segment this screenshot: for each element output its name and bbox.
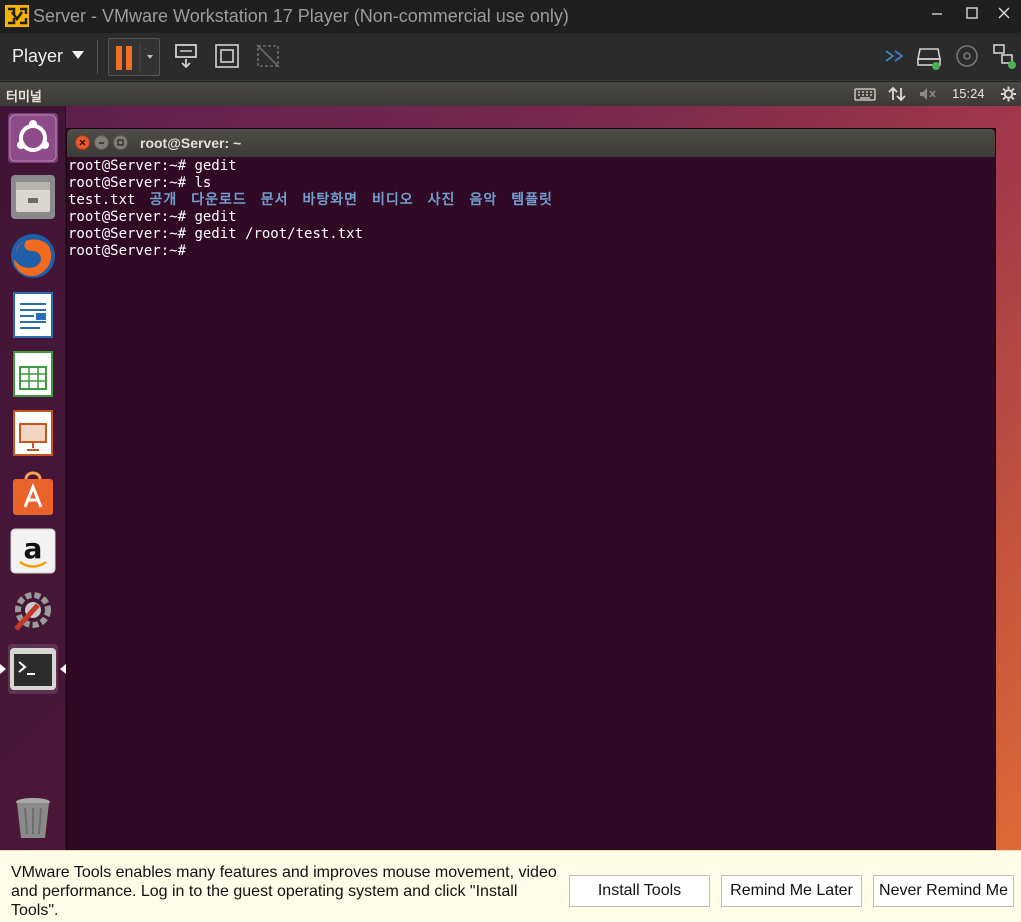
ls-file-entry: test.txt	[68, 192, 136, 208]
full-screen-icon[interactable]	[212, 41, 242, 71]
shell-prompt: root@Server:~#	[68, 209, 195, 225]
player-menu-caret-icon[interactable]	[72, 51, 84, 59]
install-tools-button[interactable]: Install Tools	[569, 875, 710, 907]
launcher-files[interactable]	[8, 172, 58, 222]
launcher-terminal[interactable]	[8, 644, 58, 694]
ls-dir-entry: 문서	[260, 192, 289, 208]
ls-dir-entry: 비디오	[372, 192, 414, 208]
svg-text:a: a	[24, 532, 43, 565]
network-adapter-icon[interactable]	[989, 41, 1019, 71]
terminal-maximize-button[interactable]	[113, 135, 128, 150]
launcher-trash[interactable]	[8, 792, 58, 842]
terminal-line: root@Server:~# gedit /root/test.txt	[68, 226, 995, 243]
trash-icon	[16, 798, 50, 838]
vmware-toolbar: Player	[0, 33, 1021, 81]
shell-command: gedit	[194, 209, 237, 225]
impress-presentation-icon	[13, 410, 53, 456]
ls-output-line: test.txt 공개 다운로드 문서 바탕화면 비디오 사진 음악 템플릿	[68, 192, 995, 209]
vmware-logo-icon	[5, 5, 29, 27]
terminal-icon	[10, 648, 56, 690]
ubuntu-logo-icon	[9, 114, 57, 162]
vmware-titlebar: Server - VMware Workstation 17 Player (N…	[0, 0, 1021, 33]
never-remind-me-button[interactable]: Never Remind Me	[873, 875, 1014, 907]
launcher-software-center[interactable]	[8, 467, 58, 517]
terminal-title: root@Server: ~	[140, 135, 242, 151]
shell-command: ls	[194, 175, 212, 191]
unity-mode-icon[interactable]	[253, 41, 283, 71]
calc-spreadsheet-icon	[13, 351, 53, 397]
software-center-bag-icon	[13, 471, 53, 515]
close-button[interactable]	[989, 4, 1019, 28]
toolbar-divider	[97, 40, 98, 74]
unity-launcher: a	[0, 106, 66, 850]
file-manager-icon	[11, 175, 55, 219]
terminal-line-current: root@Server:~#	[68, 243, 995, 260]
launcher-system-settings[interactable]	[8, 585, 58, 635]
launcher-libreoffice-impress[interactable]	[8, 408, 58, 458]
ls-dir-entry: 공개	[149, 192, 178, 208]
ls-dir-entry: 바탕화면	[302, 192, 359, 208]
terminal-line: root@Server:~# gedit	[68, 209, 995, 226]
terminal-minimize-button[interactable]	[94, 135, 109, 150]
forward-arrows-icon[interactable]	[881, 41, 911, 71]
close-icon	[998, 7, 1010, 19]
shell-prompt: root@Server:~#	[68, 158, 195, 174]
launcher-libreoffice-writer[interactable]	[8, 290, 58, 340]
ls-dir-entry: 사진	[427, 192, 456, 208]
launcher-amazon[interactable]: a	[8, 526, 58, 576]
close-x-icon	[79, 139, 86, 146]
minimize-icon	[932, 13, 942, 15]
active-app-title: 터미널	[6, 90, 42, 105]
cd-dvd-icon[interactable]	[952, 41, 982, 71]
ls-dir-entry: 템플릿	[511, 192, 553, 208]
launcher-libreoffice-calc[interactable]	[8, 349, 58, 399]
terminal-line: root@Server:~# gedit	[68, 158, 995, 175]
maximize-icon	[966, 7, 978, 19]
keyboard-icon[interactable]	[854, 86, 876, 102]
volume-muted-icon[interactable]	[918, 86, 938, 102]
remind-me-later-button[interactable]: Remind Me Later	[721, 875, 862, 907]
minimize-dash-icon	[99, 142, 104, 144]
network-arrows-icon[interactable]	[887, 86, 907, 102]
launcher-dash-home[interactable]	[8, 113, 58, 163]
hard-disk-icon[interactable]	[914, 41, 944, 71]
notification-message: VMware Tools enables many features and i…	[11, 864, 557, 919]
shell-command: gedit	[194, 158, 237, 174]
terminal-line: root@Server:~# ls	[68, 175, 995, 192]
amazon-icon: a	[10, 528, 56, 574]
ls-dir-entry: 음악	[469, 192, 498, 208]
minimize-button[interactable]	[922, 4, 952, 28]
terminal-output[interactable]: root@Server:~# gedit root@Server:~# ls t…	[68, 158, 995, 849]
maximize-button[interactable]	[957, 4, 987, 28]
send-ctrl-alt-del-icon[interactable]	[172, 41, 202, 71]
launcher-firefox[interactable]	[8, 231, 58, 281]
active-app-left-arrow-icon	[0, 664, 6, 674]
player-menu[interactable]: Player	[12, 46, 63, 67]
settings-wrench-icon	[14, 592, 51, 631]
terminal-window[interactable]: root@Server: ~ root@Server:~# gedit root…	[66, 128, 996, 850]
pause-icon	[116, 43, 153, 73]
maximize-square-icon	[117, 139, 124, 146]
panel-clock[interactable]: 15:24	[952, 86, 985, 101]
ls-dir-entry: 다운로드	[191, 192, 247, 208]
ubuntu-top-panel: 터미널 15:24	[0, 82, 1021, 106]
terminal-titlebar[interactable]: root@Server: ~	[67, 129, 995, 157]
vmware-tools-notification: VMware Tools enables many features and i…	[0, 850, 1021, 922]
window-title: Server - VMware Workstation 17 Player (N…	[33, 6, 569, 26]
shell-prompt: root@Server:~#	[68, 243, 195, 259]
shell-command: gedit /root/test.txt	[194, 226, 364, 242]
shell-prompt: root@Server:~#	[68, 175, 195, 191]
terminal-close-button[interactable]	[75, 135, 90, 150]
shell-prompt: root@Server:~#	[68, 226, 195, 242]
pause-button[interactable]	[108, 38, 160, 76]
writer-document-icon	[13, 292, 53, 338]
system-gear-icon[interactable]	[1000, 86, 1017, 102]
firefox-icon	[11, 234, 55, 278]
